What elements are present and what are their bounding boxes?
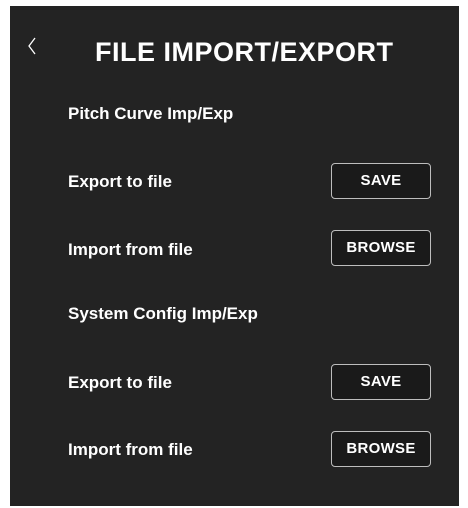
- system-config-export-label: Export to file: [68, 373, 172, 392]
- back-button[interactable]: [24, 34, 40, 58]
- pitch-curve-import-label: Import from file: [68, 240, 193, 259]
- section-title-system-config: System Config Imp/Exp: [68, 304, 258, 323]
- pitch-curve-export-label: Export to file: [68, 172, 172, 191]
- system-config-browse-button[interactable]: BROWSE: [331, 431, 431, 467]
- pitch-curve-save-button[interactable]: SAVE: [331, 163, 431, 199]
- pitch-curve-browse-button[interactable]: BROWSE: [331, 230, 431, 266]
- file-import-export-panel: FILE IMPORT/EXPORT Pitch Curve Imp/Exp E…: [10, 6, 459, 506]
- system-config-import-label: Import from file: [68, 440, 193, 459]
- page-title: FILE IMPORT/EXPORT: [95, 37, 394, 67]
- chevron-left-icon: [28, 37, 36, 55]
- system-config-save-button[interactable]: SAVE: [331, 364, 431, 400]
- section-title-pitch-curve: Pitch Curve Imp/Exp: [68, 104, 234, 123]
